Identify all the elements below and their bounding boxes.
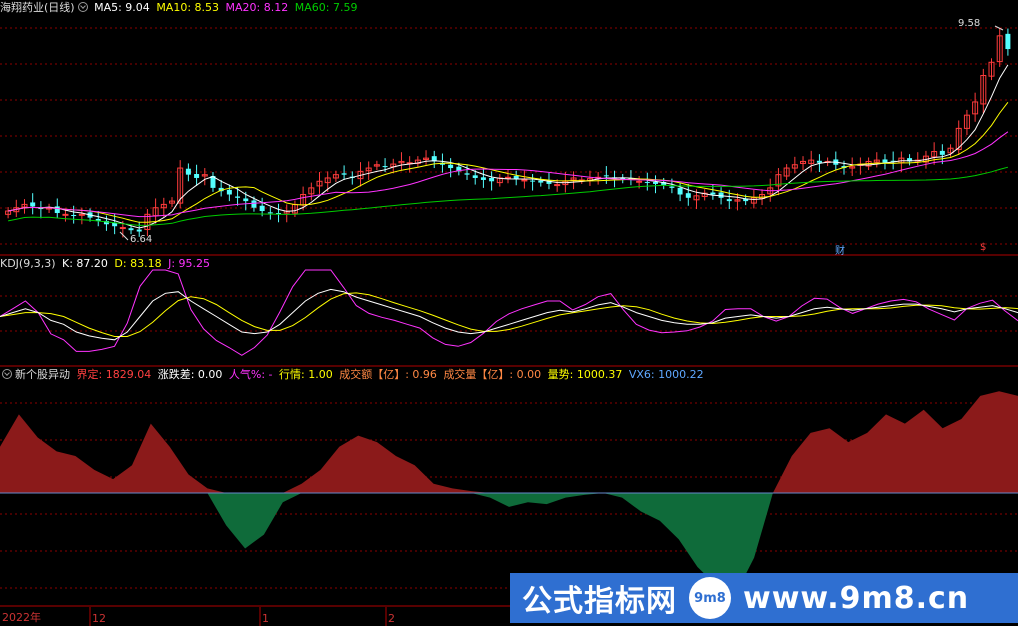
kdj-panel-header: KDJ(9,3,3) K: 87.20 D: 83.18 J: 95.25: [0, 256, 213, 272]
stock-title[interactable]: 海翔药业(日线): [0, 1, 75, 14]
candle-body-down: [243, 198, 249, 202]
candle-body-down: [251, 200, 257, 208]
watermark-banner: 公式指标网 9m8 www.9m8.cn: [510, 573, 1018, 623]
renqi-value: 人气%: -: [228, 368, 273, 381]
kdj-k-value: K: 87.20: [62, 257, 108, 270]
candle-body-down: [816, 160, 822, 163]
ma60-value: MA60: 7.59: [294, 1, 358, 14]
high-price-label: 9.58: [958, 18, 981, 29]
candle-body-down: [382, 166, 388, 168]
hangqing-value: 行情: 1.00: [279, 368, 333, 381]
chengjiaoliang-value: 成交量【亿】: 0.00: [443, 368, 542, 381]
kdj-k-line: [0, 288, 1018, 341]
candle-body-down: [194, 174, 200, 178]
axis-month-12: 12: [92, 612, 106, 625]
candle-body-down: [513, 175, 519, 179]
axis-year-label: 2022年: [2, 611, 41, 624]
candle-body-down: [489, 177, 495, 182]
kdj-d-line: [0, 292, 1018, 337]
candle-body-down: [538, 180, 544, 183]
candle-body-down: [685, 193, 691, 198]
candle-body-up: [119, 227, 126, 230]
candle-body-down: [1005, 33, 1011, 50]
candle-body-down: [128, 228, 134, 231]
axis-month-1: 1: [262, 612, 269, 625]
candle-body-down: [267, 212, 273, 214]
candle-body-down: [185, 168, 191, 175]
settings-circle-icon[interactable]: [77, 2, 88, 12]
low-price-label: 6.64: [130, 234, 153, 245]
cai-marker[interactable]: 财: [835, 242, 845, 257]
candle-body-down: [726, 199, 732, 202]
axis-month-2: 2: [388, 612, 395, 625]
ma5-value: MA5: 9.04: [94, 1, 150, 14]
candle-body-down: [226, 189, 232, 195]
candle-body-down: [71, 214, 77, 216]
candle-body-down: [718, 192, 724, 198]
ma10-line: [8, 101, 1009, 223]
chengjiaoe-value: 成交额【亿】: 0.96: [339, 368, 437, 381]
candle-body-down: [259, 205, 265, 212]
ma5-line: [8, 64, 1009, 229]
candle-body-down: [464, 173, 470, 175]
ma10-value: MA10: 8.53: [156, 1, 220, 14]
candle-body-up: [62, 213, 69, 216]
candle-body-down: [30, 202, 36, 207]
kdj-j-value: J: 95.25: [168, 257, 211, 270]
candle-body-up: [521, 179, 528, 182]
candle-body-down: [341, 173, 347, 175]
candle-body-up: [78, 213, 85, 216]
main-panel-header: 海翔药业(日线) MA5: 9.04 MA10: 8.53 MA20: 8.12…: [0, 0, 360, 16]
kdj-name[interactable]: KDJ(9,3,3): [0, 257, 56, 270]
candle-body-down: [644, 181, 650, 183]
watermark-url: www.9m8.cn: [743, 580, 970, 616]
candle-body-down: [669, 186, 675, 188]
indicator-panel-header: 新个股异动 界定: 1829.04 涨跌差: 0.00 人气%: - 行情: 1…: [0, 367, 707, 383]
candle-body-down: [472, 175, 478, 178]
watermark-text-cn: 公式指标网: [522, 584, 677, 619]
candle-body-down: [677, 187, 683, 195]
watermark-logo-icon: 9m8: [689, 577, 731, 619]
candle-body-down: [480, 177, 486, 180]
candle-body-down: [235, 196, 241, 198]
kdj-j-line: [0, 269, 1018, 356]
candle-body-down: [653, 181, 659, 184]
indicator-name[interactable]: 新个股异动: [15, 368, 70, 381]
candle-body-up: [554, 184, 561, 187]
candle-body-down: [882, 159, 888, 163]
low-price-arrow: [119, 231, 129, 241]
settings-circle-icon[interactable]: [2, 369, 12, 379]
candle-body-down: [710, 192, 716, 195]
candle-body-down: [136, 229, 142, 232]
liangshi-value: 量势: 1000.37: [547, 368, 623, 381]
candle-body-down: [939, 150, 945, 155]
candle-body-down: [530, 180, 536, 182]
candle-body-down: [448, 164, 454, 169]
candle-body-up: [636, 180, 643, 183]
candle-body-down: [603, 175, 609, 177]
indicator-positive-area: [0, 391, 1018, 493]
s-marker[interactable]: $: [980, 242, 986, 253]
ma20-value: MA20: 8.12: [225, 1, 289, 14]
vx6-value: VX6: 1000.22: [628, 368, 704, 381]
candle-body-up: [505, 176, 511, 179]
jieding-value: 界定: 1829.04: [76, 368, 152, 381]
stock-chart-canvas[interactable]: [0, 0, 1018, 626]
zhangdiecha-value: 涨跌差: 0.00: [157, 368, 223, 381]
kdj-d-value: D: 83.18: [114, 257, 162, 270]
